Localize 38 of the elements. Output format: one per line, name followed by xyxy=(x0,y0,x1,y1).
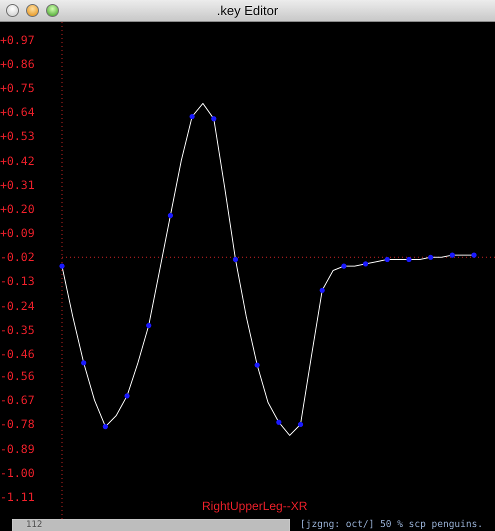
axis-label: -0.78 xyxy=(0,416,35,434)
line-number: 112 xyxy=(25,519,42,531)
axis-label: +0.31 xyxy=(0,176,35,194)
axis-label: +0.53 xyxy=(0,128,35,146)
keyframe-point[interactable] xyxy=(168,212,174,218)
axis-label: +0.86 xyxy=(0,56,35,73)
axis-label: -0.89 xyxy=(0,440,35,458)
keyframe-point[interactable] xyxy=(232,256,238,262)
keyframe-point[interactable] xyxy=(276,420,282,425)
axis-label: +0.64 xyxy=(0,104,35,122)
axis-label: -0.24 xyxy=(0,298,35,315)
keyframe-point[interactable] xyxy=(298,422,304,428)
keyframe-point[interactable] xyxy=(254,362,260,368)
zoom-button[interactable] xyxy=(46,4,59,17)
axis-label: -1.11 xyxy=(0,489,35,506)
keyframe-point[interactable] xyxy=(124,393,130,398)
curve-name: RightUpperLeg--XR xyxy=(202,499,308,513)
axis-label: -1.00 xyxy=(0,464,35,482)
axis-label: -0.46 xyxy=(0,346,35,364)
axis-label: +0.75 xyxy=(0,80,35,97)
axis-label: -0.56 xyxy=(0,368,35,386)
keyframe-point[interactable] xyxy=(146,322,152,328)
close-button[interactable] xyxy=(6,4,19,17)
keyframe-point[interactable] xyxy=(190,114,195,120)
keyframe-point[interactable] xyxy=(406,256,412,262)
axis-label: -0.02 xyxy=(0,249,35,266)
window-title: .key Editor xyxy=(216,3,278,18)
keyframe-point[interactable] xyxy=(102,424,108,430)
minimize-button[interactable] xyxy=(26,4,39,17)
terminal-text: [jzgng: oct/] 50 % scp penguins. xyxy=(300,519,484,531)
axis-label: +0.97 xyxy=(0,32,35,49)
keyframe-point[interactable] xyxy=(362,261,368,266)
axis-label: +0.20 xyxy=(0,200,35,218)
axis-label: +0.42 xyxy=(0,152,35,170)
axis-label: -0.13 xyxy=(0,273,35,290)
axis-label: -0.67 xyxy=(0,392,35,410)
axis-label: +0.09 xyxy=(0,225,35,242)
axis-label: -0.35 xyxy=(0,322,35,339)
